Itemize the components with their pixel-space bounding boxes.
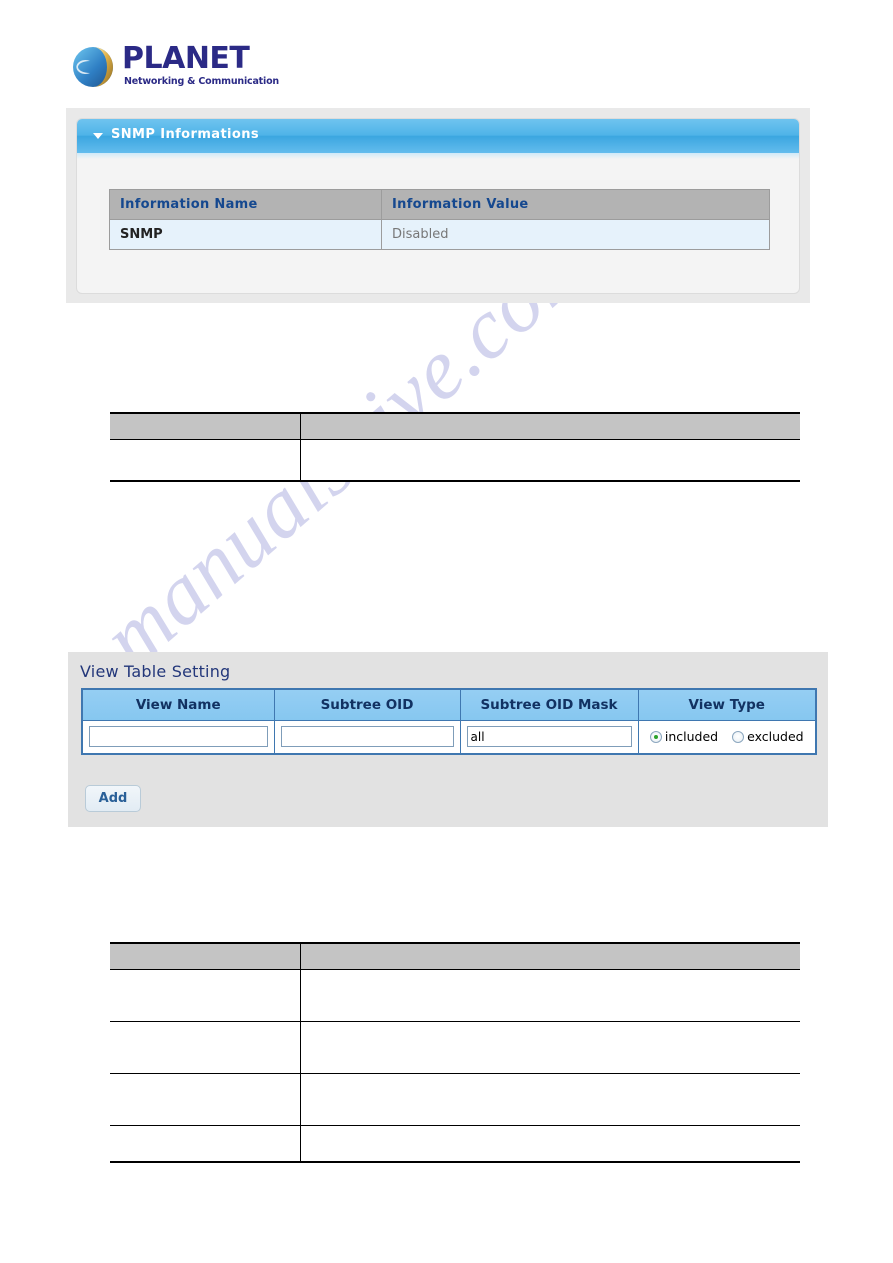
table-header-row: Information Name Information Value xyxy=(109,189,770,220)
cell-description xyxy=(299,969,800,1022)
column-header-subtree-oid-mask: Subtree OID Mask xyxy=(460,689,639,721)
table-row xyxy=(110,1125,800,1163)
planet-globe-icon xyxy=(70,44,116,90)
subtree-oid-input[interactable] xyxy=(280,726,454,748)
cell-description xyxy=(299,439,800,482)
snmp-information-table: Information Name Information Value SNMP … xyxy=(109,189,770,250)
radio-included-label: included xyxy=(664,729,719,745)
column-header-description xyxy=(299,942,800,970)
radio-included-icon[interactable] xyxy=(649,730,662,743)
cell-object xyxy=(110,1021,300,1074)
snmp-panel-header[interactable]: SNMP Informations xyxy=(77,119,799,153)
cell-description xyxy=(299,1073,800,1126)
view-table-setting-table: View Name Subtree OID Subtree OID Mask V… xyxy=(81,688,817,755)
column-header-subtree-oid: Subtree OID xyxy=(274,689,461,721)
cell-view-type: included excluded xyxy=(638,720,816,754)
add-button[interactable]: Add xyxy=(85,785,141,812)
cell-subtree-oid xyxy=(274,720,461,754)
table-header-row: View Name Subtree OID Subtree OID Mask V… xyxy=(82,689,816,721)
radio-excluded-label: excluded xyxy=(747,729,804,745)
column-header-description xyxy=(299,412,800,440)
view-type-radio-group: included excluded xyxy=(645,721,810,754)
table-row: included excluded xyxy=(82,720,816,754)
view-name-input[interactable] xyxy=(89,726,268,748)
brand-logo: PLANET Networking & Communication xyxy=(70,42,300,98)
column-header-object xyxy=(110,412,300,440)
subtree-oid-mask-input[interactable] xyxy=(466,726,632,748)
radio-excluded-icon[interactable] xyxy=(732,730,745,743)
snmp-informations-panel: SNMP Informations Information Name Infor… xyxy=(66,108,810,303)
cell-object xyxy=(110,439,300,482)
snmp-panel-card: SNMP Informations Information Name Infor… xyxy=(76,118,800,294)
table-row: SNMP Disabled xyxy=(109,219,770,250)
column-header-information-name: Information Name xyxy=(109,189,382,220)
column-header-information-value: Information Value xyxy=(381,189,770,220)
column-header-object xyxy=(110,942,300,970)
radio-option-excluded[interactable]: excluded xyxy=(732,729,804,745)
snmp-panel-title: SNMP Informations xyxy=(111,127,260,142)
table-row xyxy=(110,1021,800,1074)
view-table-setting-title: View Table Setting xyxy=(80,662,231,681)
table-row xyxy=(110,439,800,482)
column-header-view-name: View Name xyxy=(82,689,275,721)
description-table-two xyxy=(110,942,800,1163)
cell-object xyxy=(110,969,300,1022)
cell-object xyxy=(110,1073,300,1126)
panel-header-shadow xyxy=(77,153,799,159)
cell-information-name: SNMP xyxy=(109,219,382,250)
table-header-row xyxy=(110,412,800,440)
brand-name: PLANET xyxy=(122,41,250,76)
brand-tagline: Networking & Communication xyxy=(124,76,279,87)
cell-object xyxy=(110,1125,300,1163)
cell-description xyxy=(299,1021,800,1074)
cell-view-name xyxy=(82,720,275,754)
description-table-one xyxy=(110,412,800,482)
view-table-setting-panel: View Table Setting View Name Subtree OID… xyxy=(68,652,828,827)
column-header-view-type: View Type xyxy=(638,689,816,721)
cell-information-value: Disabled xyxy=(381,219,770,250)
cell-subtree-oid-mask xyxy=(460,720,639,754)
radio-option-included[interactable]: included xyxy=(649,729,719,745)
table-header-row xyxy=(110,942,800,970)
cell-description xyxy=(299,1125,800,1163)
table-row xyxy=(110,1073,800,1126)
table-row xyxy=(110,969,800,1022)
caret-down-icon[interactable] xyxy=(93,133,103,139)
